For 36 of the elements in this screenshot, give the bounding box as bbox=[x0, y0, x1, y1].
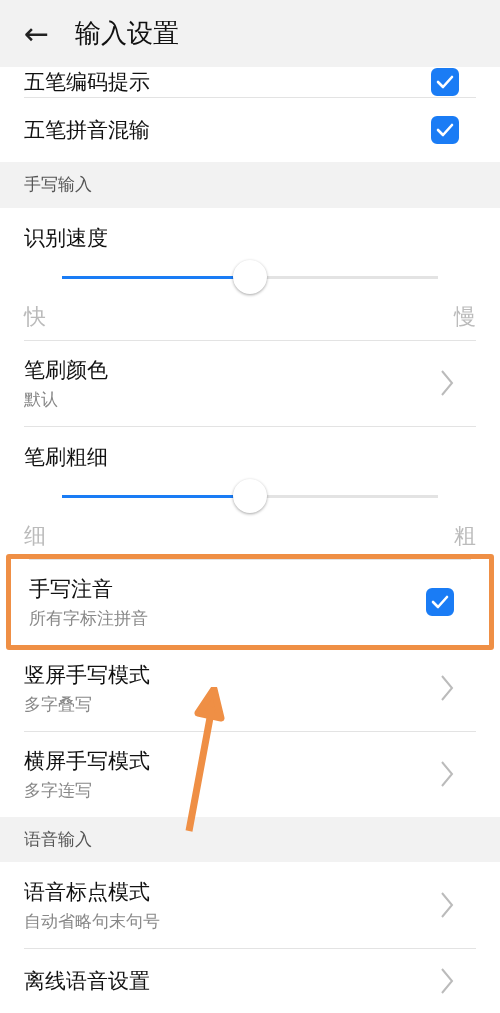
setting-title: 语音标点模式 bbox=[24, 878, 151, 906]
setting-title: 笔刷颜色 bbox=[24, 356, 108, 384]
chevron-right-icon bbox=[440, 760, 454, 788]
back-button[interactable]: ← bbox=[24, 18, 50, 49]
slider-min-label: 细 bbox=[24, 521, 46, 550]
slider-thumb[interactable] bbox=[233, 259, 267, 294]
checkbox[interactable] bbox=[431, 116, 459, 144]
setting-title: 识别速度 bbox=[24, 224, 109, 252]
setting-subtitle: 所有字标注拼音 bbox=[29, 606, 148, 630]
checkmark-icon bbox=[431, 595, 449, 609]
checkmark-icon bbox=[436, 123, 454, 137]
checkbox[interactable] bbox=[431, 68, 459, 96]
setting-title: 笔刷粗细 bbox=[24, 443, 109, 471]
setting-title: 横屏手写模式 bbox=[24, 747, 150, 775]
chevron-right-icon bbox=[440, 369, 454, 397]
setting-title: 竖屏手写模式 bbox=[24, 661, 150, 689]
chevron-right-icon bbox=[440, 674, 454, 702]
setting-title: 五笔拼音混输 bbox=[24, 117, 150, 144]
setting-title: 五笔编码提示 bbox=[24, 69, 150, 96]
slider-max-label: 粗 bbox=[454, 521, 476, 550]
setting-subtitle: 多字连写 bbox=[24, 778, 93, 802]
section-header: 语音输入 bbox=[23, 827, 93, 851]
setting-subtitle: 自动省略句末句号 bbox=[24, 909, 160, 933]
checkbox[interactable] bbox=[426, 588, 454, 616]
section-header: 手写输入 bbox=[23, 173, 93, 197]
slider-thumb[interactable] bbox=[233, 478, 267, 513]
chevron-right-icon bbox=[440, 967, 454, 995]
chevron-right-icon bbox=[440, 891, 454, 919]
checkmark-icon bbox=[436, 75, 454, 89]
slider-min-label: 快 bbox=[24, 302, 46, 331]
setting-title: 离线语音设置 bbox=[24, 968, 150, 995]
slider-max-label: 慢 bbox=[454, 302, 476, 331]
setting-title: 手写注音 bbox=[29, 575, 114, 603]
setting-subtitle: 默认 bbox=[24, 387, 59, 411]
setting-subtitle: 多字叠写 bbox=[24, 692, 93, 716]
page-title: 输入设置 bbox=[75, 17, 180, 50]
